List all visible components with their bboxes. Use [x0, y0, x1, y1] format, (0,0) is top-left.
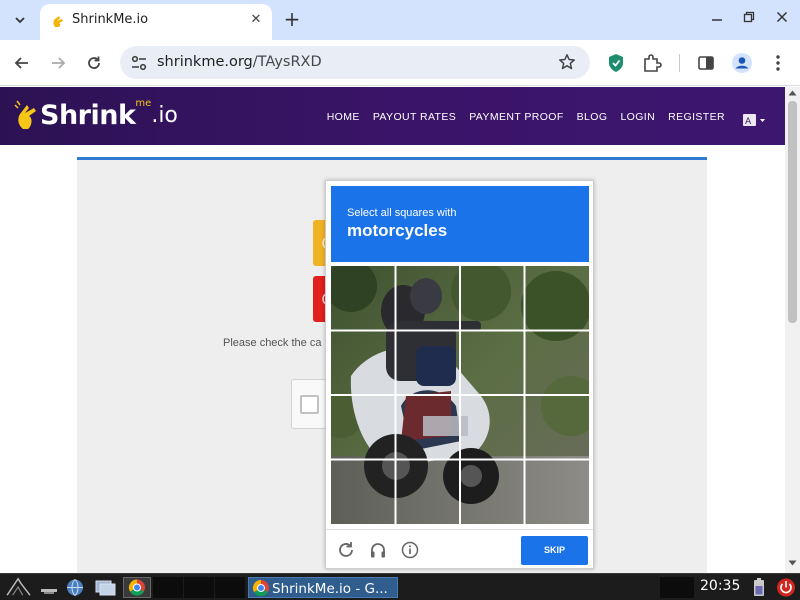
chrome-icon [128, 579, 145, 596]
info-icon[interactable] [401, 541, 419, 559]
logo-io: .io [151, 102, 178, 128]
recaptcha-checkbox[interactable] [300, 395, 319, 414]
file-manager-icon[interactable] [93, 577, 117, 598]
reload-icon[interactable] [337, 541, 355, 559]
browser-tab-strip: ShrinkMe.io ✕ + [0, 0, 800, 40]
arrow-left-icon [14, 57, 28, 69]
site-info-icon[interactable] [130, 54, 148, 72]
captcha-photo [331, 266, 589, 524]
nav-payout-rates[interactable]: PAYOUT RATES [373, 111, 456, 123]
reload-icon [88, 56, 100, 69]
profile-avatar-icon[interactable] [731, 52, 753, 74]
url-text: shrinkme.org/TAysRXD [157, 54, 322, 70]
tab-shrinkme[interactable]: ShrinkMe.io ✕ [40, 4, 272, 40]
taskbar-workspace-2[interactable] [184, 577, 214, 598]
minimize-icon [712, 19, 722, 21]
kebab-menu-icon[interactable] [767, 52, 789, 74]
address-bar[interactable]: shrinkme.org/TAysRXD [120, 46, 590, 79]
headphones-icon[interactable] [369, 541, 387, 559]
shrinkme-favicon-icon [53, 16, 63, 27]
extensions-puzzle-icon[interactable] [641, 52, 663, 74]
site-nav: HOME PAYOUT RATES PAYMENT PROOF BLOG LOG… [314, 111, 725, 123]
network-globe-icon[interactable] [63, 577, 87, 598]
site-header: Shrink me .io HOME PAYOUT RATES PAYMENT … [0, 87, 785, 145]
url-host: shrinkme.org [157, 54, 253, 70]
nav-payment-proof[interactable]: PAYMENT PROOF [469, 111, 563, 123]
taskbar-window-title: ShrinkMe.io - G... [272, 581, 388, 597]
nav-register[interactable]: REGISTER [668, 111, 725, 123]
browser-toolbar: shrinkme.org/TAysRXD [0, 40, 800, 86]
shield-extension-icon[interactable] [605, 52, 627, 74]
taskbar-active-window[interactable]: ShrinkMe.io - G... [248, 577, 398, 598]
captcha-target-text: motorcycles [347, 221, 448, 240]
nav-blog[interactable]: BLOG [577, 111, 608, 123]
logo-text: Shrink [40, 99, 136, 131]
chrome-icon [252, 579, 269, 597]
scroll-up-icon[interactable] [788, 89, 797, 97]
url-path: /TAysRXD [252, 54, 322, 70]
taskbar-tray-area [660, 577, 694, 598]
page-scrollbar[interactable] [785, 87, 800, 573]
taskbar-workspace-3[interactable] [215, 577, 245, 598]
show-desktop-icon[interactable] [38, 577, 60, 598]
back-button[interactable] [11, 52, 33, 74]
logo-me: me [135, 97, 152, 109]
power-icon[interactable] [775, 577, 797, 598]
captcha-instructions: Select all squares with motorcycles [331, 186, 589, 262]
nav-home[interactable]: HOME [327, 111, 360, 123]
hand-logo-icon [14, 100, 36, 129]
chevron-down-icon [15, 17, 25, 24]
nav-login[interactable]: LOGIN [620, 111, 655, 123]
restore-icon [743, 11, 755, 23]
taskbar-clock[interactable]: 20:35 [700, 578, 740, 594]
shrinkme-logo[interactable]: Shrink me .io [14, 97, 178, 133]
start-menu-icon[interactable] [4, 576, 34, 597]
battery-icon[interactable] [750, 577, 768, 598]
taskbar-workspace-1[interactable] [153, 577, 183, 598]
captcha-instruction-text: Select all squares with [347, 207, 457, 219]
tab-search-button[interactable] [8, 8, 32, 32]
close-icon [776, 11, 788, 23]
language-selector-icon[interactable]: A [743, 113, 767, 127]
skip-button[interactable]: SKIP [521, 536, 588, 565]
svg-text:A: A [745, 117, 752, 127]
os-taskbar: ShrinkMe.io - G... 20:35 [0, 573, 800, 600]
captcha-image-grid [331, 266, 589, 524]
close-window-button[interactable] [772, 10, 792, 30]
new-tab-button[interactable]: + [282, 9, 302, 29]
reload-button[interactable] [83, 52, 105, 74]
taskbar-chrome-launcher[interactable] [123, 577, 151, 598]
bookmark-star-icon[interactable] [558, 53, 576, 71]
forward-button[interactable] [47, 52, 69, 74]
arrow-right-icon [52, 57, 66, 69]
scrollbar-thumb[interactable] [788, 101, 797, 323]
side-panel-icon[interactable] [695, 52, 717, 74]
scroll-down-icon[interactable] [788, 559, 797, 567]
tab-title: ShrinkMe.io [72, 12, 149, 27]
minimize-button[interactable] [707, 10, 727, 30]
captcha-footer: SKIP [326, 529, 593, 568]
tab-close-icon[interactable]: ✕ [248, 12, 264, 28]
maximize-button[interactable] [739, 10, 759, 30]
toolbar-divider [679, 54, 680, 72]
check-captcha-text: Please check the ca [223, 337, 322, 349]
recaptcha-challenge: Select all squares with motorcycles SKIP [325, 180, 594, 569]
